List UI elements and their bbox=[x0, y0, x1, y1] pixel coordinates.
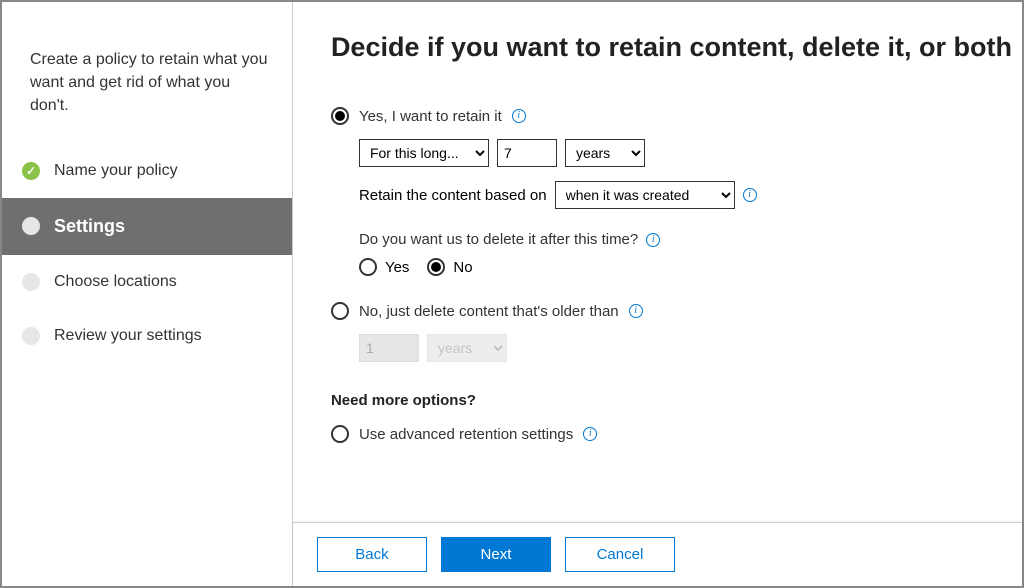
next-button[interactable]: Next bbox=[441, 537, 551, 572]
back-button[interactable]: Back bbox=[317, 537, 427, 572]
duration-unit-select[interactable]: years bbox=[565, 139, 645, 167]
main-panel: Decide if you want to retain content, de… bbox=[293, 2, 1022, 586]
delete-after-yes-radio[interactable] bbox=[359, 258, 377, 276]
step-label: Choose locations bbox=[54, 273, 177, 291]
step-label: Review your settings bbox=[54, 327, 202, 345]
info-icon[interactable] bbox=[512, 109, 526, 123]
step-pending-icon bbox=[22, 273, 40, 291]
delete-only-unit-select: years bbox=[427, 334, 507, 362]
info-icon[interactable] bbox=[629, 304, 643, 318]
step-label: Name your policy bbox=[54, 162, 178, 180]
more-options-heading: Need more options? bbox=[331, 392, 1012, 409]
advanced-settings-label: Use advanced retention settings bbox=[359, 426, 573, 443]
delete-only-radio[interactable] bbox=[331, 302, 349, 320]
based-on-label: Retain the content based on bbox=[359, 187, 547, 204]
step-name-your-policy[interactable]: Name your policy bbox=[2, 144, 292, 198]
delete-after-question: Do you want us to delete it after this t… bbox=[359, 231, 638, 248]
delete-only-label: No, just delete content that's older tha… bbox=[359, 303, 619, 320]
duration-type-select[interactable]: For this long... bbox=[359, 139, 489, 167]
step-settings[interactable]: Settings bbox=[2, 198, 292, 255]
step-review-settings[interactable]: Review your settings bbox=[2, 309, 292, 363]
based-on-select[interactable]: when it was created bbox=[555, 181, 735, 209]
cancel-button[interactable]: Cancel bbox=[565, 537, 675, 572]
delete-after-no-label: No bbox=[453, 259, 472, 276]
duration-number-input[interactable] bbox=[497, 139, 557, 167]
page-title: Decide if you want to retain content, de… bbox=[331, 32, 1012, 63]
advanced-settings-radio[interactable] bbox=[331, 425, 349, 443]
info-icon[interactable] bbox=[646, 233, 660, 247]
step-choose-locations[interactable]: Choose locations bbox=[2, 255, 292, 309]
step-active-icon bbox=[22, 217, 40, 235]
delete-only-number-input bbox=[359, 334, 419, 362]
delete-after-no-radio[interactable] bbox=[427, 258, 445, 276]
info-icon[interactable] bbox=[743, 188, 757, 202]
retain-yes-radio[interactable] bbox=[331, 107, 349, 125]
checkmark-icon bbox=[22, 162, 40, 180]
step-pending-icon bbox=[22, 327, 40, 345]
step-label: Settings bbox=[54, 216, 125, 237]
wizard-sidebar: Create a policy to retain what you want … bbox=[2, 2, 293, 586]
retain-yes-label: Yes, I want to retain it bbox=[359, 108, 502, 125]
info-icon[interactable] bbox=[583, 427, 597, 441]
wizard-footer: Back Next Cancel bbox=[293, 522, 1022, 586]
delete-after-yes-label: Yes bbox=[385, 259, 409, 276]
sidebar-description: Create a policy to retain what you want … bbox=[2, 30, 292, 144]
